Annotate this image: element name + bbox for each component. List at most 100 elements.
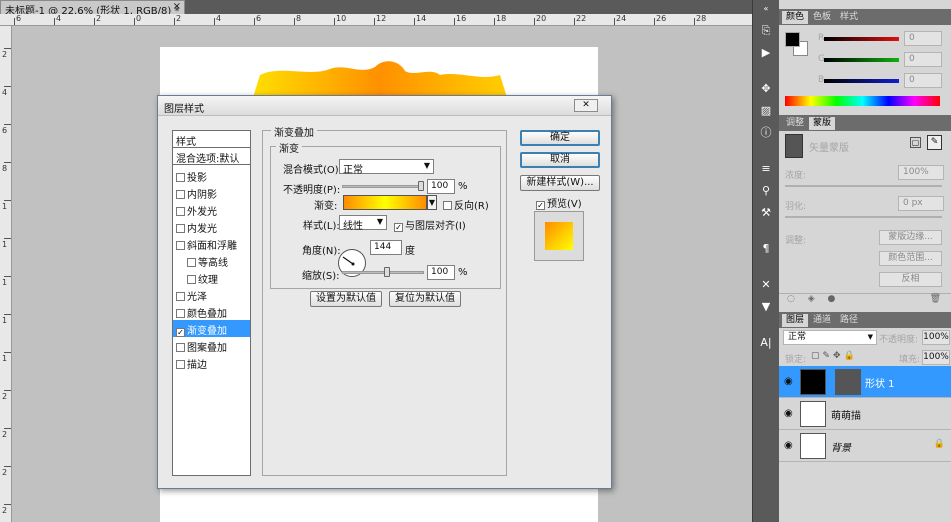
style-item[interactable]: 等高线 — [173, 252, 250, 269]
style-item-checkbox[interactable] — [176, 207, 185, 216]
style-item[interactable]: 外发光 — [173, 201, 250, 218]
layer-opacity-input[interactable]: 100% — [922, 330, 950, 345]
visibility-icon[interactable]: ● — [828, 294, 836, 304]
new-style-button[interactable]: 新建样式(W)... — [520, 175, 600, 191]
tab-channels[interactable]: 通道 — [809, 314, 835, 327]
eye-icon[interactable]: ◉ — [784, 440, 793, 451]
style-item[interactable]: 斜面和浮雕 — [173, 235, 250, 252]
style-item[interactable]: ✓ 渐变叠加 — [173, 320, 250, 337]
color-channel-slider[interactable] — [824, 37, 899, 41]
style-item-checkbox[interactable] — [187, 258, 196, 267]
density-input[interactable]: 100% — [898, 165, 944, 180]
align-checkbox[interactable]: ✓ — [394, 223, 403, 232]
style-list-header[interactable]: 样式 — [173, 131, 250, 148]
actions-icon[interactable]: ▶ — [758, 46, 774, 60]
layer-blend-dropdown[interactable]: 正常 ▼ — [783, 330, 877, 345]
style-item[interactable]: 光泽 — [173, 286, 250, 303]
blend-options-item[interactable]: 混合选项:默认 — [173, 148, 250, 165]
preview-checkbox-wrap[interactable]: ✓ 预览(V) — [536, 195, 582, 210]
angle-input[interactable]: 144 — [370, 240, 402, 255]
reset-default-button[interactable]: 复位为默认值 — [389, 291, 461, 307]
style-item[interactable]: 投影 — [173, 167, 250, 184]
style-item[interactable]: 内发光 — [173, 218, 250, 235]
tab-styles[interactable]: 样式 — [836, 11, 862, 24]
tab-masks[interactable]: 蒙版 — [809, 117, 836, 130]
3d-icon[interactable]: ✕ — [758, 278, 774, 292]
document-tab[interactable]: 未标题-1 @ 22.6% (形状 1, RGB/8) * × — [0, 0, 185, 14]
gradient-swatch[interactable] — [343, 195, 427, 210]
brushes-icon[interactable]: ≡ — [758, 162, 774, 176]
pixel-mask-icon[interactable]: ▢ — [910, 137, 921, 148]
info-icon[interactable]: ⓘ — [758, 126, 774, 140]
eye-icon[interactable]: ◉ — [784, 376, 793, 387]
vector-mask-icon[interactable]: ✎ — [927, 135, 942, 150]
collapse-icon[interactable]: « — [758, 2, 774, 16]
layer-row[interactable]: ◉ 萌萌描 — [779, 398, 951, 430]
style-item-checkbox[interactable] — [176, 190, 185, 199]
scale-slider[interactable] — [342, 271, 424, 274]
paragraph-icon[interactable]: ¶ — [758, 242, 774, 256]
apply-mask-icon[interactable]: ◈ — [808, 294, 815, 304]
set-default-button[interactable]: 设置为默认值 — [310, 291, 382, 307]
animation-icon[interactable]: ▼ — [758, 300, 774, 314]
foreground-color-swatch-front[interactable] — [785, 32, 800, 47]
style-item[interactable]: 图案叠加 — [173, 337, 250, 354]
style-item-checkbox[interactable] — [176, 343, 185, 352]
style-item-checkbox[interactable] — [176, 292, 185, 301]
histogram-icon[interactable]: ▨ — [758, 104, 774, 118]
style-item-checkbox[interactable] — [176, 224, 185, 233]
layer-fill-input[interactable]: 100% — [922, 350, 950, 365]
style-item[interactable]: 描边 — [173, 354, 250, 371]
style-item[interactable]: 纹理 — [173, 269, 250, 286]
style-item-checkbox[interactable] — [176, 360, 185, 369]
color-spectrum[interactable] — [785, 96, 940, 106]
density-slider[interactable] — [785, 185, 942, 187]
style-dropdown[interactable]: 线性 ▼ — [339, 215, 387, 232]
scale-input[interactable]: 100 — [427, 265, 455, 280]
color-channel-input[interactable]: 0 — [904, 73, 942, 88]
lock-icons[interactable]: ▢✎✥🔒 — [811, 351, 858, 361]
ok-button[interactable]: 确定 — [520, 130, 600, 146]
feather-input[interactable]: 0 px — [898, 196, 944, 211]
style-item-checkbox[interactable]: ✓ — [176, 328, 185, 337]
tab-layers[interactable]: 图层 — [782, 314, 809, 327]
feather-slider[interactable] — [785, 216, 942, 218]
style-item[interactable]: 内阴影 — [173, 184, 250, 201]
navigator-icon[interactable]: ✥ — [758, 82, 774, 96]
tab-swatches[interactable]: 色板 — [809, 11, 835, 24]
color-channel-slider[interactable] — [824, 79, 899, 83]
load-selection-icon[interactable]: ◌ — [787, 294, 795, 304]
opacity-input[interactable]: 100 — [427, 179, 455, 194]
align-checkbox-wrap[interactable]: ✓ 与图层对齐(I) — [394, 217, 466, 232]
style-item-checkbox[interactable] — [176, 173, 185, 182]
layer-row[interactable]: ◉ 背景 🔒 — [779, 430, 951, 462]
preview-checkbox[interactable]: ✓ — [536, 201, 545, 210]
layer-row[interactable]: ◉ 形状 1 — [779, 366, 951, 398]
color-channel-input[interactable]: 0 — [904, 52, 942, 67]
gradient-picker-arrow-icon[interactable]: ▼ — [427, 195, 437, 210]
character-icon[interactable]: A| — [758, 336, 774, 350]
opacity-slider[interactable] — [342, 185, 424, 188]
style-item[interactable]: 颜色叠加 — [173, 303, 250, 320]
tab-color[interactable]: 颜色 — [782, 11, 809, 24]
style-item-checkbox[interactable] — [176, 241, 185, 250]
style-item-checkbox[interactable] — [176, 309, 185, 318]
style-item-checkbox[interactable] — [187, 275, 196, 284]
tab-adjustments[interactable]: 调整 — [782, 117, 808, 130]
color-channel-input[interactable]: 0 — [904, 31, 942, 46]
reverse-checkbox-wrap[interactable]: 反向(R) — [443, 197, 489, 212]
cancel-button[interactable]: 取消 — [520, 152, 600, 168]
scale-slider-handle[interactable] — [384, 267, 390, 277]
invert-button[interactable]: 反相 — [879, 272, 942, 287]
reverse-checkbox[interactable] — [443, 201, 452, 210]
blend-mode-dropdown[interactable]: 正常 ▼ — [339, 159, 434, 176]
color-range-button[interactable]: 颜色范围... — [879, 251, 942, 266]
dialog-close-button[interactable]: ✕ — [574, 99, 598, 112]
opacity-slider-handle[interactable] — [418, 181, 424, 191]
close-tab-icon[interactable]: × — [173, 1, 181, 12]
tool-presets-icon[interactable]: ⚒ — [758, 206, 774, 220]
eye-icon[interactable]: ◉ — [784, 408, 793, 419]
delete-mask-icon[interactable]: 🗑 — [930, 294, 941, 304]
dialog-titlebar[interactable]: 图层样式 ✕ — [158, 96, 611, 116]
mask-edge-button[interactable]: 蒙版边缘... — [879, 230, 942, 245]
